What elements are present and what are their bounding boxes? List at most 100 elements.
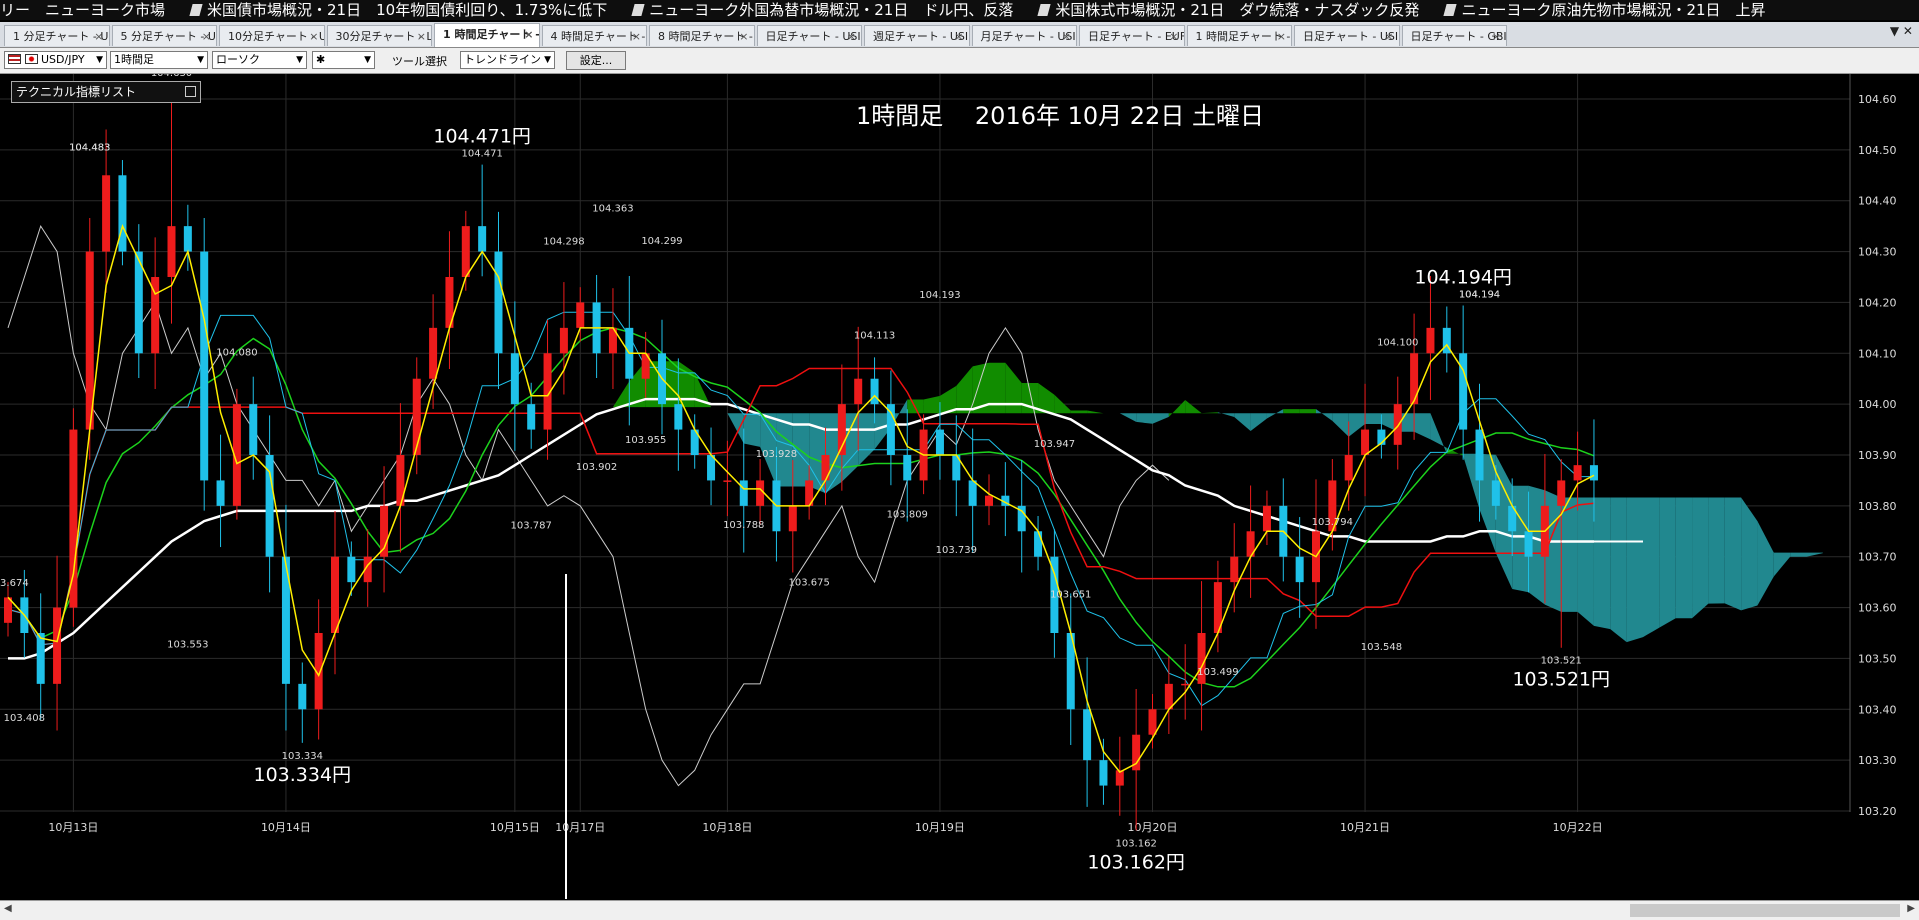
ichimoku-cloud-segment	[1365, 413, 1382, 424]
price-point-label: 103.794	[1312, 517, 1353, 528]
candle-body	[985, 495, 993, 506]
chart-tab[interactable]: 1 分足チャート - U ×	[4, 25, 110, 46]
candle-body	[854, 378, 863, 405]
candle-body	[1181, 683, 1190, 686]
ichimoku-cloud-segment	[1283, 409, 1300, 414]
ichimoku-cloud-segment	[1626, 497, 1643, 643]
close-tab-icon[interactable]: ×	[202, 26, 211, 46]
candle-body	[298, 683, 307, 710]
close-tab-icon[interactable]: ×	[1384, 26, 1393, 46]
chart-tab[interactable]: 月足チャート - USI ×	[971, 25, 1077, 46]
document-icon	[1443, 4, 1458, 16]
price-point-label: 103.739	[936, 545, 977, 556]
candle-body	[494, 251, 503, 354]
chart-tab[interactable]: 30分足チャート - L ×	[326, 25, 432, 46]
ticker-item[interactable]: ニューヨーク外国為替市場概況・21日 ドル円、反落	[631, 1, 1013, 19]
price-point-label: 104.193	[919, 290, 960, 301]
mark-select[interactable]: ✱ ▼	[312, 51, 375, 69]
settings-button[interactable]: 設定...	[566, 51, 626, 70]
chart-tab[interactable]: 5 分足チャート - U ×	[111, 25, 217, 46]
y-tick-label: 103.80	[1858, 500, 1897, 513]
close-tab-icon[interactable]: ×	[309, 26, 318, 46]
chart-tab[interactable]: 1 時間足チャート - ×	[434, 23, 540, 47]
candle-body	[935, 429, 944, 455]
candle-body	[53, 607, 62, 684]
scroll-left-icon[interactable]: ◀	[4, 903, 12, 914]
chevron-down-icon: ▼	[364, 55, 371, 65]
close-tab-icon[interactable]: ×	[632, 26, 641, 46]
candle-body	[461, 226, 470, 277]
close-tab-icon[interactable]: ×	[1062, 26, 1071, 46]
candle-body	[216, 480, 225, 506]
price-point-label: 104.630	[151, 74, 192, 79]
price-point-label: 103.947	[1034, 439, 1075, 450]
candle-body	[1589, 465, 1598, 481]
ticker-item[interactable]: 米国株式市場概況・21日 ダウ続落・ナスダック反発	[1037, 1, 1420, 19]
close-tab-icon[interactable]: ×	[1169, 26, 1178, 46]
scrollbar-thumb[interactable]	[1630, 904, 1900, 917]
news-ticker: リー ニューヨーク市場 米国債市場概況・21日 10年物国債利回り、1.73%に低…	[0, 0, 1919, 20]
x-tick-label: 10月21日	[1340, 821, 1390, 834]
candle-body	[1148, 709, 1157, 735]
timeframe-select[interactable]: 1時間足 ▼	[110, 51, 208, 69]
scroll-right-icon[interactable]: ▶	[1907, 903, 1915, 914]
ichimoku-cloud-segment	[1610, 497, 1627, 643]
close-tab-icon[interactable]: ×	[1492, 26, 1501, 46]
ichimoku-cloud-segment	[989, 362, 1006, 414]
technical-indicator-list-label: テクニカル指標リスト	[16, 85, 137, 99]
chart-tab[interactable]: 8 時間足チャート - ×	[649, 25, 755, 46]
y-tick-label: 104.20	[1858, 296, 1897, 309]
price-chart[interactable]: 104.60 104.50 104.40 104.30 104.20 104.10 104.…	[0, 74, 1919, 899]
chart-tab[interactable]: 10分足チャート - U ×	[219, 25, 325, 46]
close-tab-icon[interactable]: ×	[954, 26, 963, 46]
price-point-label: 103.548	[1361, 642, 1402, 653]
price-point-label: 103.553	[167, 639, 208, 650]
close-tab-icon[interactable]: ×	[847, 26, 856, 46]
horizontal-scrollbar[interactable]: ◀ ▶	[0, 900, 1919, 920]
ichimoku-cloud-segment	[1724, 497, 1742, 611]
mark-value: ✱	[316, 53, 326, 66]
chart-tab[interactable]: 日足チャート - USI ×	[1294, 25, 1400, 46]
ticker-item-text: 米国株式市場概況・21日 ダウ続落・ナスダック反発	[1055, 1, 1420, 19]
candle-body	[821, 455, 830, 481]
candle-body	[739, 480, 748, 506]
chart-tab[interactable]: 日足チャート - EUF ×	[1079, 25, 1185, 46]
close-tab-icon[interactable]: ×	[524, 24, 533, 45]
close-tab-icon[interactable]: ×	[1277, 26, 1286, 46]
tool-select[interactable]: トレンドライン ▼	[460, 51, 555, 69]
technical-indicator-list-button[interactable]: テクニカル指標リスト	[11, 81, 201, 103]
price-point-label: 104.113	[854, 331, 895, 342]
ichimoku-cloud-segment	[1675, 497, 1693, 619]
close-tab-icon[interactable]: ×	[739, 26, 748, 46]
x-tick-label: 10月20日	[1128, 821, 1178, 834]
candle-body	[347, 556, 356, 583]
chart-style-select[interactable]: ローソク ▼	[212, 51, 307, 69]
candle-body	[1475, 429, 1484, 481]
chevron-down-icon: ▼	[296, 55, 303, 65]
document-icon	[1037, 4, 1051, 16]
tab-menu-icon[interactable]: ▼ ✕	[1890, 24, 1913, 38]
close-tab-icon[interactable]: ×	[417, 26, 426, 46]
ticker-item[interactable]: リー ニューヨーク市場	[0, 1, 165, 19]
extreme-price-label: 103.162円	[1087, 851, 1185, 873]
price-point-label: 104.483	[69, 143, 110, 154]
chart-tab[interactable]: 日足チャート - USI ×	[756, 25, 862, 46]
chart-tab[interactable]: 日足チャート - GBI ×	[1401, 25, 1507, 46]
close-tab-icon[interactable]: ×	[94, 26, 103, 46]
y-tick-label: 103.40	[1858, 703, 1897, 716]
chart-tab[interactable]: 1 時間足チャート - ×	[1186, 25, 1292, 46]
document-icon	[631, 4, 645, 16]
price-point-label: 103.521	[1541, 656, 1582, 667]
tool-value: トレンドライン	[464, 53, 541, 66]
ichimoku-cloud-segment	[743, 413, 761, 447]
candle-body	[559, 327, 568, 354]
ticker-item-text: ニューヨーク原油先物市場概況・21日 上昇	[1461, 1, 1766, 19]
ichimoku-cloud-segment	[1070, 410, 1088, 414]
ticker-item[interactable]: ニューヨーク原油先物市場概況・21日 上昇	[1443, 1, 1766, 19]
candle-body	[1557, 480, 1566, 506]
chart-tab[interactable]: 4 時間足チャート - ×	[541, 25, 647, 46]
ticker-item[interactable]: 米国債市場概況・21日 10年物国債利回り、1.73%に低下	[189, 1, 607, 19]
chart-tab[interactable]: 週足チャート - USI ×	[864, 25, 970, 46]
currency-pair-select[interactable]: USD/JPY ▼	[4, 51, 107, 69]
candle-body	[527, 404, 536, 430]
